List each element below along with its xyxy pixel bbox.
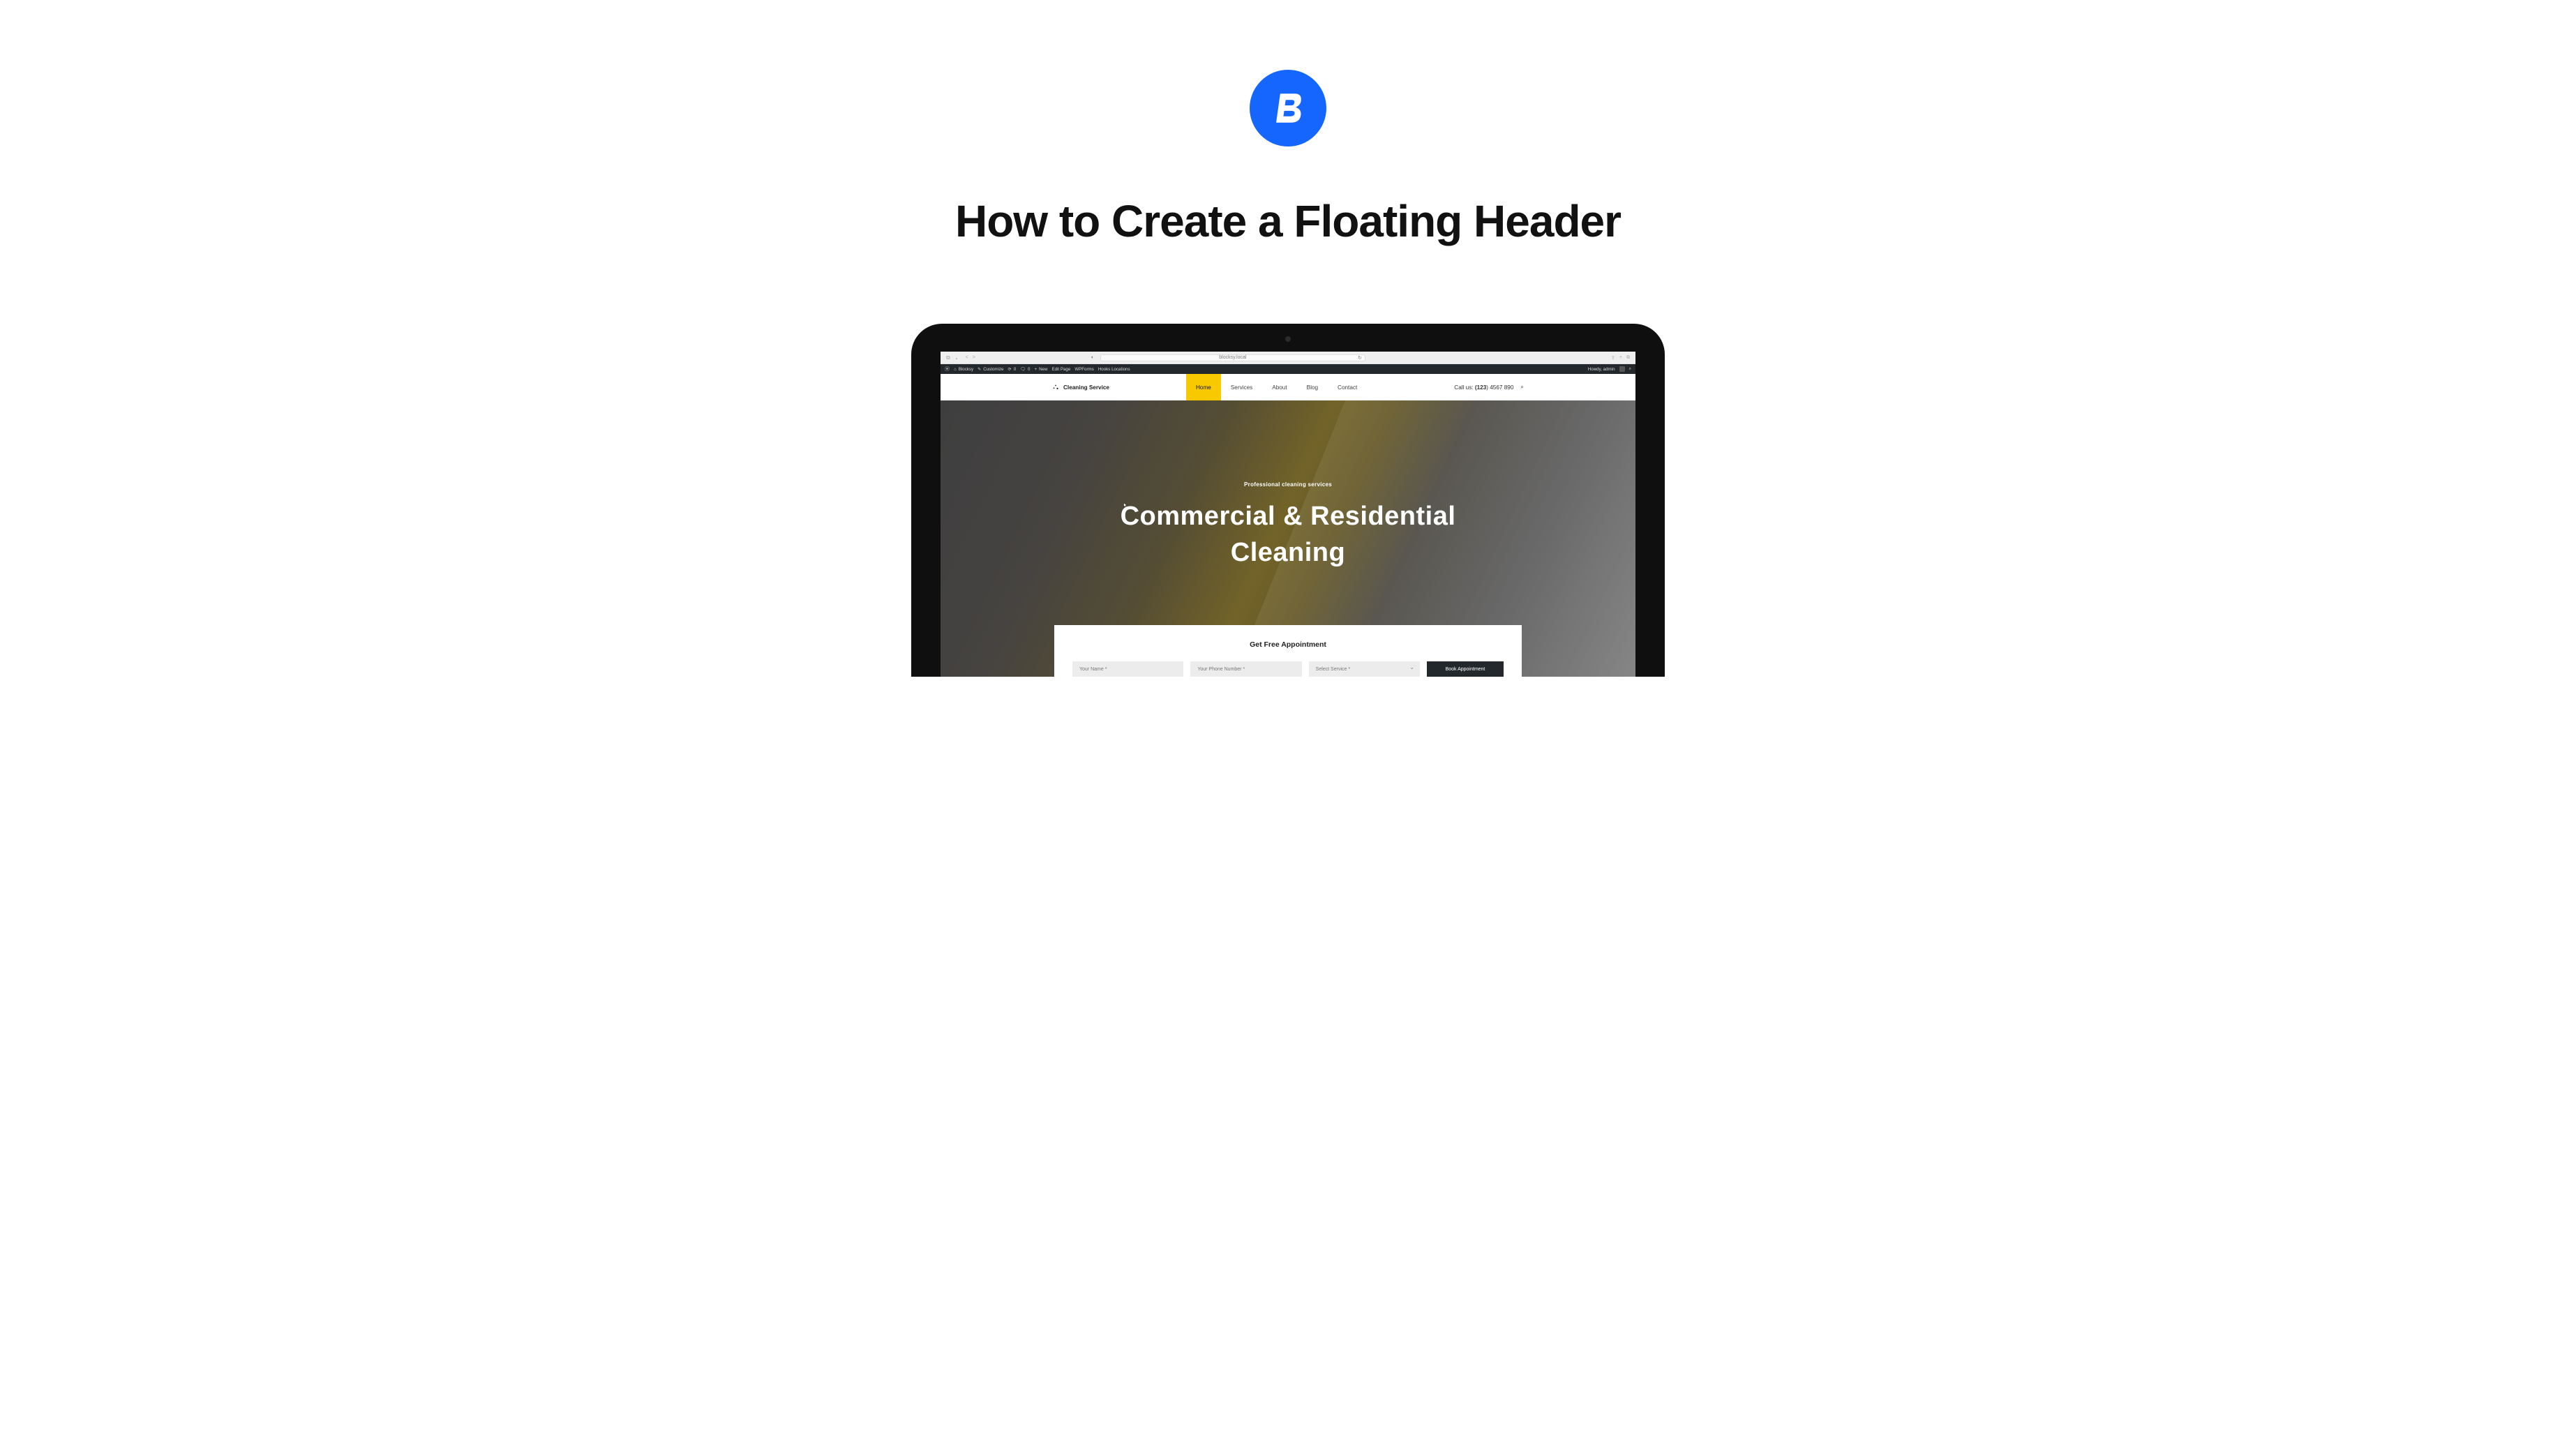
dropdown-icon[interactable]: ⌄ <box>955 355 958 361</box>
hero-heading: Commercial & Residential Cleaning <box>1121 499 1456 571</box>
hero-section: Professional cleaning services Commercia… <box>941 400 1635 677</box>
wp-customize-label: Customize <box>983 367 1003 372</box>
service-select[interactable]: Select Service * <box>1309 661 1420 677</box>
form-row: Your Name * Your Phone Number * Select S… <box>1072 661 1504 677</box>
wp-wpforms-link[interactable]: WPForms <box>1074 367 1094 372</box>
site-logo[interactable]: Cleaning Service <box>1052 384 1109 391</box>
appointment-form: Get Free Appointment Your Name * Your Ph… <box>1054 625 1522 677</box>
page-title: How to Create a Floating Header <box>955 195 1621 247</box>
new-tab-icon[interactable]: + <box>1619 355 1622 361</box>
monitor-frame: ⧉ ⌄ < > ◐ blocksy.local ↻ ⇪ + ⧉ ⓦ ⌂ Bloc… <box>911 324 1665 677</box>
wp-updates-count: 0 <box>1014 367 1016 372</box>
nav-services[interactable]: Services <box>1221 374 1262 400</box>
wp-site-name: Blocksy <box>959 367 973 372</box>
header-right: Call us: (123) 4567 890 ⌕ <box>1454 384 1635 391</box>
forward-button[interactable]: > <box>973 355 975 360</box>
call-prefix: (123 <box>1475 384 1486 391</box>
blocksy-logo-icon <box>1270 90 1306 126</box>
updates-icon: ⟳ <box>1008 367 1012 372</box>
phone-input[interactable]: Your Phone Number * <box>1190 661 1301 677</box>
screen: ⧉ ⌄ < > ◐ blocksy.local ↻ ⇪ + ⧉ ⓦ ⌂ Bloc… <box>941 352 1635 677</box>
sparkle-icon <box>1052 384 1059 391</box>
wp-hooks-link[interactable]: Hooks Locations <box>1098 367 1130 372</box>
nav-blog[interactable]: Blog <box>1297 374 1328 400</box>
wp-new-menu[interactable]: + New <box>1034 367 1047 372</box>
hero-line-1: Commercial & Residential <box>1121 502 1456 531</box>
wp-comments[interactable]: 🗨 0 <box>1020 366 1030 372</box>
camera-dot <box>1285 336 1291 342</box>
wp-search-icon[interactable]: ⌕ <box>1629 366 1631 372</box>
comment-icon: 🗨 <box>1020 366 1026 372</box>
hero-eyebrow: Professional cleaning services <box>1244 481 1332 488</box>
tabs-icon[interactable]: ⧉ <box>1626 355 1630 361</box>
reload-icon[interactable]: ↻ <box>1358 355 1362 361</box>
privacy-shield-icon[interactable]: ◐ <box>1091 355 1094 360</box>
wp-site-menu[interactable]: ⌂ Blocksy <box>954 367 973 372</box>
wp-edit-page-link[interactable]: Edit Page <box>1051 367 1070 372</box>
wp-admin-bar: ⓦ ⌂ Blocksy ✎ Customize ⟳ 0 🗨 0 + New Ed… <box>941 364 1635 374</box>
call-label: Call us: <box>1454 384 1475 391</box>
brush-icon: ✎ <box>978 367 981 372</box>
url-bar[interactable]: ◐ blocksy.local ↻ <box>1100 354 1365 361</box>
site-name: Cleaning Service <box>1063 384 1109 391</box>
wp-avatar[interactable] <box>1619 366 1625 372</box>
hero-line-2: Cleaning <box>1231 538 1345 567</box>
wp-customize-link[interactable]: ✎ Customize <box>978 367 1003 372</box>
plus-icon: + <box>1034 367 1037 372</box>
blocksy-logo <box>1250 70 1326 147</box>
wp-comments-count: 0 <box>1028 367 1030 372</box>
back-button[interactable]: < <box>966 355 968 360</box>
nav-about[interactable]: About <box>1262 374 1296 400</box>
search-icon[interactable]: ⌕ <box>1520 384 1524 391</box>
nav-contact[interactable]: Contact <box>1328 374 1367 400</box>
browser-toolbar: ⧉ ⌄ < > ◐ blocksy.local ↻ ⇪ + ⧉ <box>941 352 1635 364</box>
nav-home[interactable]: Home <box>1186 374 1221 400</box>
wp-new-label: New <box>1039 367 1047 372</box>
wordpress-icon[interactable]: ⓦ <box>945 366 950 373</box>
call-rest: ) 4567 890 <box>1486 384 1513 391</box>
primary-nav: Home Services About Blog Contact <box>1186 374 1367 400</box>
wp-howdy[interactable]: Howdy, admin <box>1588 367 1615 372</box>
sidebar-toggle-icon[interactable]: ⧉ <box>946 354 950 361</box>
share-icon[interactable]: ⇪ <box>1611 355 1615 361</box>
header-phone[interactable]: Call us: (123) 4567 890 <box>1454 384 1513 391</box>
site-header: Cleaning Service Home Services About Blo… <box>941 374 1635 400</box>
wp-updates[interactable]: ⟳ 0 <box>1008 367 1017 372</box>
form-title: Get Free Appointment <box>1072 640 1504 649</box>
home-icon: ⌂ <box>954 367 957 372</box>
book-appointment-button[interactable]: Book Appointment <box>1427 661 1504 677</box>
name-input[interactable]: Your Name * <box>1072 661 1183 677</box>
url-text: blocksy.local <box>1219 355 1246 360</box>
